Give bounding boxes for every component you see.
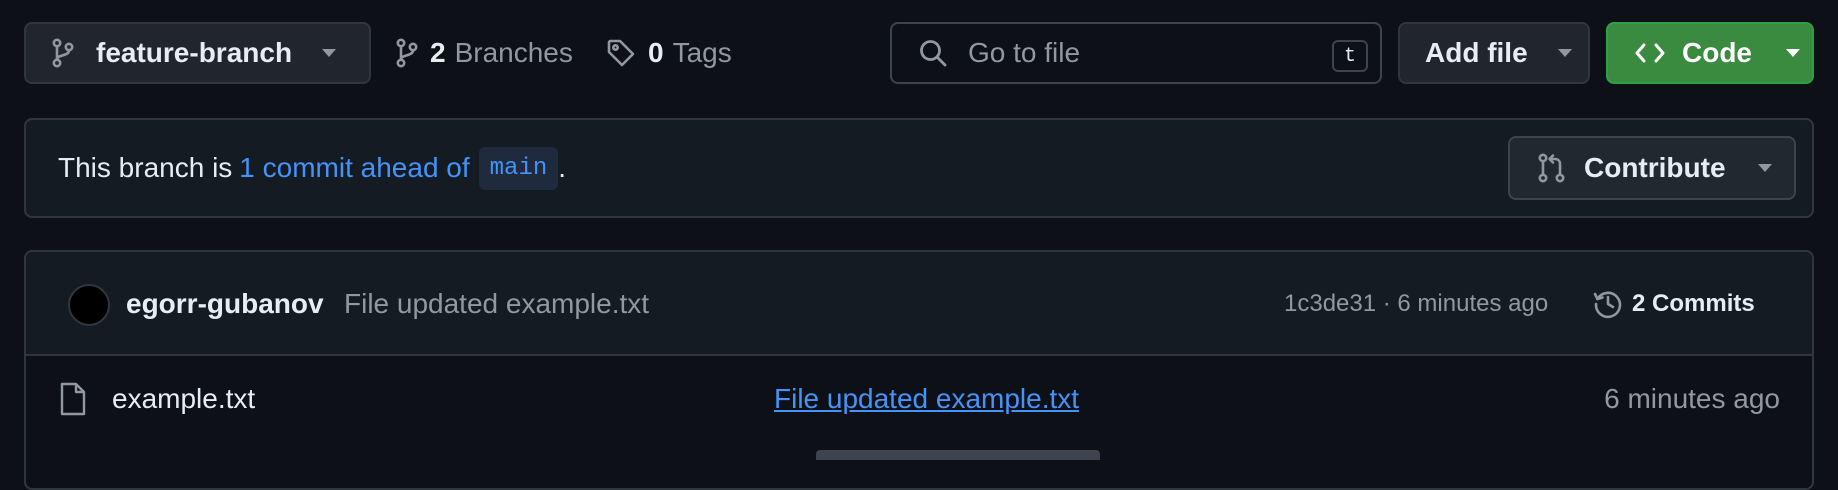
chevron-down-icon <box>1557 49 1572 57</box>
git-pull-request-icon <box>1538 153 1566 183</box>
branch-status-text: This branch is 1 commit ahead of main . <box>58 120 566 216</box>
code-icon <box>1634 41 1666 65</box>
branch-status-suffix: . <box>558 152 567 183</box>
git-branch-icon <box>52 38 74 68</box>
table-row[interactable]: example.txt File updated example.txt 6 m… <box>26 356 1812 446</box>
branch-selector-button[interactable]: feature-branch <box>24 22 371 84</box>
tag-icon <box>606 38 636 68</box>
base-branch-tag[interactable]: main <box>478 146 559 190</box>
branch-status-prefix: This branch is <box>58 152 233 183</box>
file-last-updated: 6 minutes ago <box>1604 383 1780 414</box>
file-last-commit-link[interactable]: File updated example.txt <box>774 356 1079 442</box>
commit-author-link[interactable]: egorr-gubanov <box>126 252 324 356</box>
search-input[interactable] <box>966 36 1296 70</box>
file-name-link[interactable]: example.txt <box>112 356 255 442</box>
git-branch-icon <box>396 38 418 68</box>
branch-status-banner: This branch is 1 commit ahead of main . … <box>24 118 1814 218</box>
avatar[interactable] <box>68 284 110 326</box>
code-label: Code <box>1682 37 1752 68</box>
contribute-button[interactable]: Contribute <box>1508 136 1796 200</box>
branch-name-label: feature-branch <box>96 37 293 68</box>
latest-commit-message[interactable]: File updated example.txt <box>344 252 649 356</box>
tags-link[interactable]: 0 Tags <box>606 22 732 84</box>
go-to-file-search[interactable]: t <box>890 22 1382 84</box>
branches-count: 2 <box>430 37 446 68</box>
commits-count-label: 2 Commits <box>1632 290 1755 317</box>
add-file-button[interactable]: Add file <box>1398 22 1590 84</box>
history-icon <box>1592 288 1624 320</box>
code-button[interactable]: Code <box>1606 22 1814 84</box>
latest-commit-row: egorr-gubanov File updated example.txt 1… <box>26 252 1812 356</box>
commits-ahead-link[interactable]: 1 commit ahead of <box>239 152 469 184</box>
chevron-down-icon <box>1757 164 1772 172</box>
file-icon <box>60 382 86 416</box>
commit-hash-and-time[interactable]: 1c3de31 · 6 minutes ago <box>1284 252 1548 356</box>
branches-link[interactable]: 2 Branches <box>396 22 573 84</box>
branches-label: Branches <box>454 37 573 68</box>
tags-count: 0 <box>648 37 664 68</box>
keyboard-shortcut-hint: t <box>1332 40 1368 72</box>
scroll-indicator <box>816 450 1100 460</box>
repo-toolbar: feature-branch 2 Branches 0 Tags Go to f… <box>24 22 1814 84</box>
chevron-down-icon <box>1786 49 1800 57</box>
add-file-label: Add file <box>1425 37 1528 68</box>
contribute-label: Contribute <box>1584 152 1726 183</box>
search-icon <box>918 38 948 68</box>
chevron-down-icon <box>322 49 337 57</box>
commit-history-link[interactable]: 2 Commits <box>1592 252 1755 356</box>
tags-label: Tags <box>672 37 732 68</box>
